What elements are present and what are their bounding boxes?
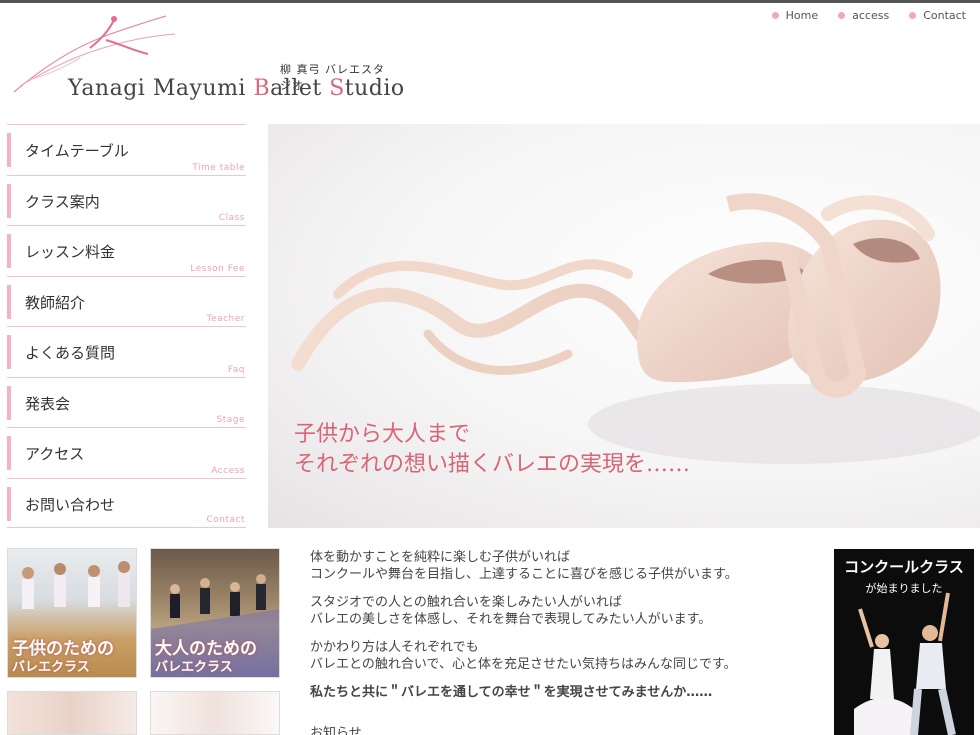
menu-item-class[interactable]: クラス案内 Class bbox=[7, 174, 246, 226]
nav-home-link[interactable]: Home bbox=[771, 9, 818, 22]
nav-access-link[interactable]: access bbox=[838, 9, 889, 22]
menu-item-timetable[interactable]: タイムテーブル Time table bbox=[7, 124, 246, 175]
menu-item-teacher[interactable]: 教師紹介 Teacher bbox=[7, 275, 246, 327]
nav-contact-link[interactable]: Contact bbox=[909, 9, 966, 22]
bullet-icon bbox=[838, 12, 846, 19]
logo-title: Yanagi Mayumi Ballet Studio bbox=[68, 76, 405, 101]
feet-thumbnail[interactable] bbox=[150, 691, 280, 735]
site-logo[interactable]: 柳 真弓 バレエスタジオ Yanagi Mayumi Ballet Studio bbox=[10, 10, 404, 101]
concours-class-banner[interactable]: コンクールクラス が始まりました bbox=[834, 549, 974, 735]
side-menu: タイムテーブル Time table クラス案内 Class レッスン料金 Lesso… bbox=[7, 124, 246, 528]
intro-text: 体を動かすことを純粋に楽しむ子供がいれば コンクールや舞台を目指し、上達することに… bbox=[310, 550, 738, 700]
bullet-icon bbox=[909, 12, 917, 19]
kids-class-thumbnail[interactable]: 子供のための バレエクラス bbox=[7, 548, 137, 678]
menu-item-faq[interactable]: よくある質問 Faq bbox=[7, 326, 246, 377]
hero-image: 子供から大人まで それぞれの想い描くバレエの実現を…… bbox=[268, 124, 980, 528]
hero-tagline: 子供から大人まで それぞれの想い描くバレエの実現を…… bbox=[294, 422, 691, 477]
bullet-icon bbox=[771, 12, 779, 19]
top-border bbox=[0, 0, 980, 3]
dancers-photo bbox=[854, 592, 956, 735]
menu-item-contact[interactable]: お問い合わせ Contact bbox=[7, 477, 246, 528]
top-nav: Home access Contact bbox=[771, 9, 966, 22]
menu-item-lesson-fee[interactable]: レッスン料金 Lesson Fee bbox=[7, 225, 246, 276]
notice-heading: お知らせ bbox=[310, 726, 362, 735]
pointe-thumbnail[interactable] bbox=[7, 691, 137, 735]
adults-class-thumbnail[interactable]: 大人のための バレエクラス bbox=[150, 548, 280, 678]
menu-item-access[interactable]: アクセス Access bbox=[7, 427, 246, 478]
menu-item-stage[interactable]: 発表会 Stage bbox=[7, 376, 246, 428]
